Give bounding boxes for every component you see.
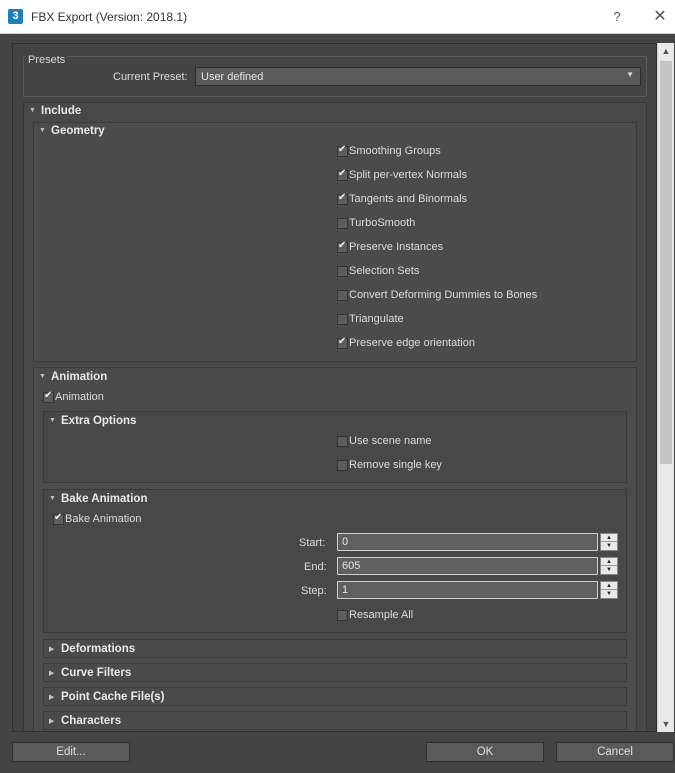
resample-all-checkbox[interactable] xyxy=(337,610,348,621)
end-frame-value: 605 xyxy=(342,560,361,572)
edit-button[interactable]: Edit... xyxy=(12,742,130,762)
cancel-button[interactable]: Cancel xyxy=(556,742,674,762)
triangulate-label: Triangulate xyxy=(349,313,404,325)
selection-sets-label: Selection Sets xyxy=(349,265,420,277)
turbosmooth-label: TurboSmooth xyxy=(349,217,416,229)
preserve-instances-checkbox[interactable] xyxy=(337,240,348,253)
preserve-edge-orientation-label: Preserve edge orientation xyxy=(349,337,475,349)
start-label: Start: xyxy=(299,537,326,549)
expand-triangle-icon[interactable]: ▼ xyxy=(39,127,46,134)
use-scene-name-checkbox[interactable] xyxy=(337,436,348,447)
collapse-triangle-icon: ▶ xyxy=(49,718,55,725)
turbosmooth-checkbox[interactable] xyxy=(337,218,348,229)
scrollbar-thumb[interactable] xyxy=(660,61,672,464)
preserve-edge-orientation-checkbox[interactable] xyxy=(337,336,348,349)
expand-triangle-icon[interactable]: ▼ xyxy=(29,107,36,114)
bake-animation-checkbox-label: Bake Animation xyxy=(65,513,142,525)
collapse-triangle-icon: ▶ xyxy=(49,670,55,677)
smoothing-groups-checkbox[interactable] xyxy=(337,144,348,157)
curve-filters-rollout[interactable]: ▶ Curve Filters xyxy=(43,663,627,682)
smoothing-groups-label: Smoothing Groups xyxy=(349,145,441,157)
animation-checkbox-label: Animation xyxy=(55,391,104,403)
bake-animation-title[interactable]: Bake Animation xyxy=(61,493,147,505)
current-preset-value: User defined xyxy=(201,71,264,83)
convert-dummies-checkbox[interactable] xyxy=(337,290,348,301)
expand-triangle-icon[interactable]: ▼ xyxy=(39,373,46,380)
title-bar: 3 FBX Export (Version: 2018.1) ? ✕ xyxy=(0,0,675,34)
end-frame-input[interactable]: 605 xyxy=(337,557,598,575)
deformations-rollout[interactable]: ▶ Deformations xyxy=(43,639,627,658)
collapse-triangle-icon: ▶ xyxy=(49,694,55,701)
start-frame-input[interactable]: 0 xyxy=(337,533,598,551)
spinner-down-icon[interactable]: ▼ xyxy=(601,590,617,598)
resample-all-label: Resample All xyxy=(349,609,414,621)
scroll-down-icon[interactable]: ▼ xyxy=(658,716,674,732)
expand-triangle-icon[interactable]: ▼ xyxy=(49,495,56,502)
characters-rollout[interactable]: ▶ Characters xyxy=(43,711,627,730)
bake-animation-checkbox[interactable] xyxy=(53,512,64,525)
scroll-up-icon[interactable]: ▲ xyxy=(658,43,674,59)
window-title: FBX Export (Version: 2018.1) xyxy=(31,10,188,24)
use-scene-name-label: Use scene name xyxy=(349,435,432,447)
vertical-scrollbar[interactable]: ▲ ▼ xyxy=(657,43,674,732)
remove-single-key-checkbox[interactable] xyxy=(337,460,348,471)
end-frame-spinner[interactable]: ▲ ▼ xyxy=(600,557,618,575)
point-cache-rollout[interactable]: ▶ Point Cache File(s) xyxy=(43,687,627,706)
settings-scroll-area[interactable]: Presets Current Preset: User defined ▼ ▼… xyxy=(12,43,657,732)
spinner-up-icon[interactable]: ▲ xyxy=(601,582,617,590)
animation-checkbox[interactable] xyxy=(43,390,54,403)
spinner-up-icon[interactable]: ▲ xyxy=(601,558,617,566)
chevron-down-icon: ▼ xyxy=(626,70,634,79)
help-button[interactable]: ? xyxy=(608,8,626,26)
convert-dummies-label: Convert Deforming Dummies to Bones xyxy=(349,289,538,301)
expand-triangle-icon[interactable]: ▼ xyxy=(49,417,56,424)
start-frame-spinner[interactable]: ▲ ▼ xyxy=(600,533,618,551)
preserve-instances-label: Preserve Instances xyxy=(349,241,444,253)
tangents-binormals-checkbox[interactable] xyxy=(337,192,348,205)
curve-filters-title: Curve Filters xyxy=(61,667,132,679)
spinner-down-icon[interactable]: ▼ xyxy=(601,542,617,550)
start-frame-value: 0 xyxy=(342,536,349,548)
presets-group-label: Presets xyxy=(26,54,68,66)
app-logo-icon: 3 xyxy=(8,9,23,24)
geometry-rollout-title[interactable]: Geometry xyxy=(51,125,105,137)
step-spinner[interactable]: ▲ ▼ xyxy=(600,581,618,599)
step-label: Step: xyxy=(301,585,327,597)
remove-single-key-label: Remove single key xyxy=(349,459,442,471)
spinner-up-icon[interactable]: ▲ xyxy=(601,534,617,542)
tangents-binormals-label: Tangents and Binormals xyxy=(349,193,468,205)
ok-button[interactable]: OK xyxy=(426,742,544,762)
selection-sets-checkbox[interactable] xyxy=(337,266,348,277)
characters-title: Characters xyxy=(61,715,122,727)
split-per-vertex-normals-checkbox[interactable] xyxy=(337,168,348,181)
collapse-triangle-icon: ▶ xyxy=(49,646,55,653)
geometry-rollout xyxy=(33,122,637,362)
deformations-title: Deformations xyxy=(61,643,136,655)
point-cache-title: Point Cache File(s) xyxy=(61,691,165,703)
animation-rollout-title[interactable]: Animation xyxy=(51,371,107,383)
step-input[interactable]: 1 xyxy=(337,581,598,599)
close-button[interactable]: ✕ xyxy=(650,7,670,27)
triangulate-checkbox[interactable] xyxy=(337,314,348,325)
spinner-down-icon[interactable]: ▼ xyxy=(601,566,617,574)
split-per-vertex-normals-label: Split per-vertex Normals xyxy=(349,169,467,181)
step-value: 1 xyxy=(342,584,349,596)
current-preset-label: Current Preset: xyxy=(113,71,188,83)
current-preset-dropdown[interactable]: User defined ▼ xyxy=(195,67,641,86)
include-rollout-title[interactable]: Include xyxy=(41,105,81,117)
extra-options-title[interactable]: Extra Options xyxy=(61,415,136,427)
end-label: End: xyxy=(304,561,327,573)
